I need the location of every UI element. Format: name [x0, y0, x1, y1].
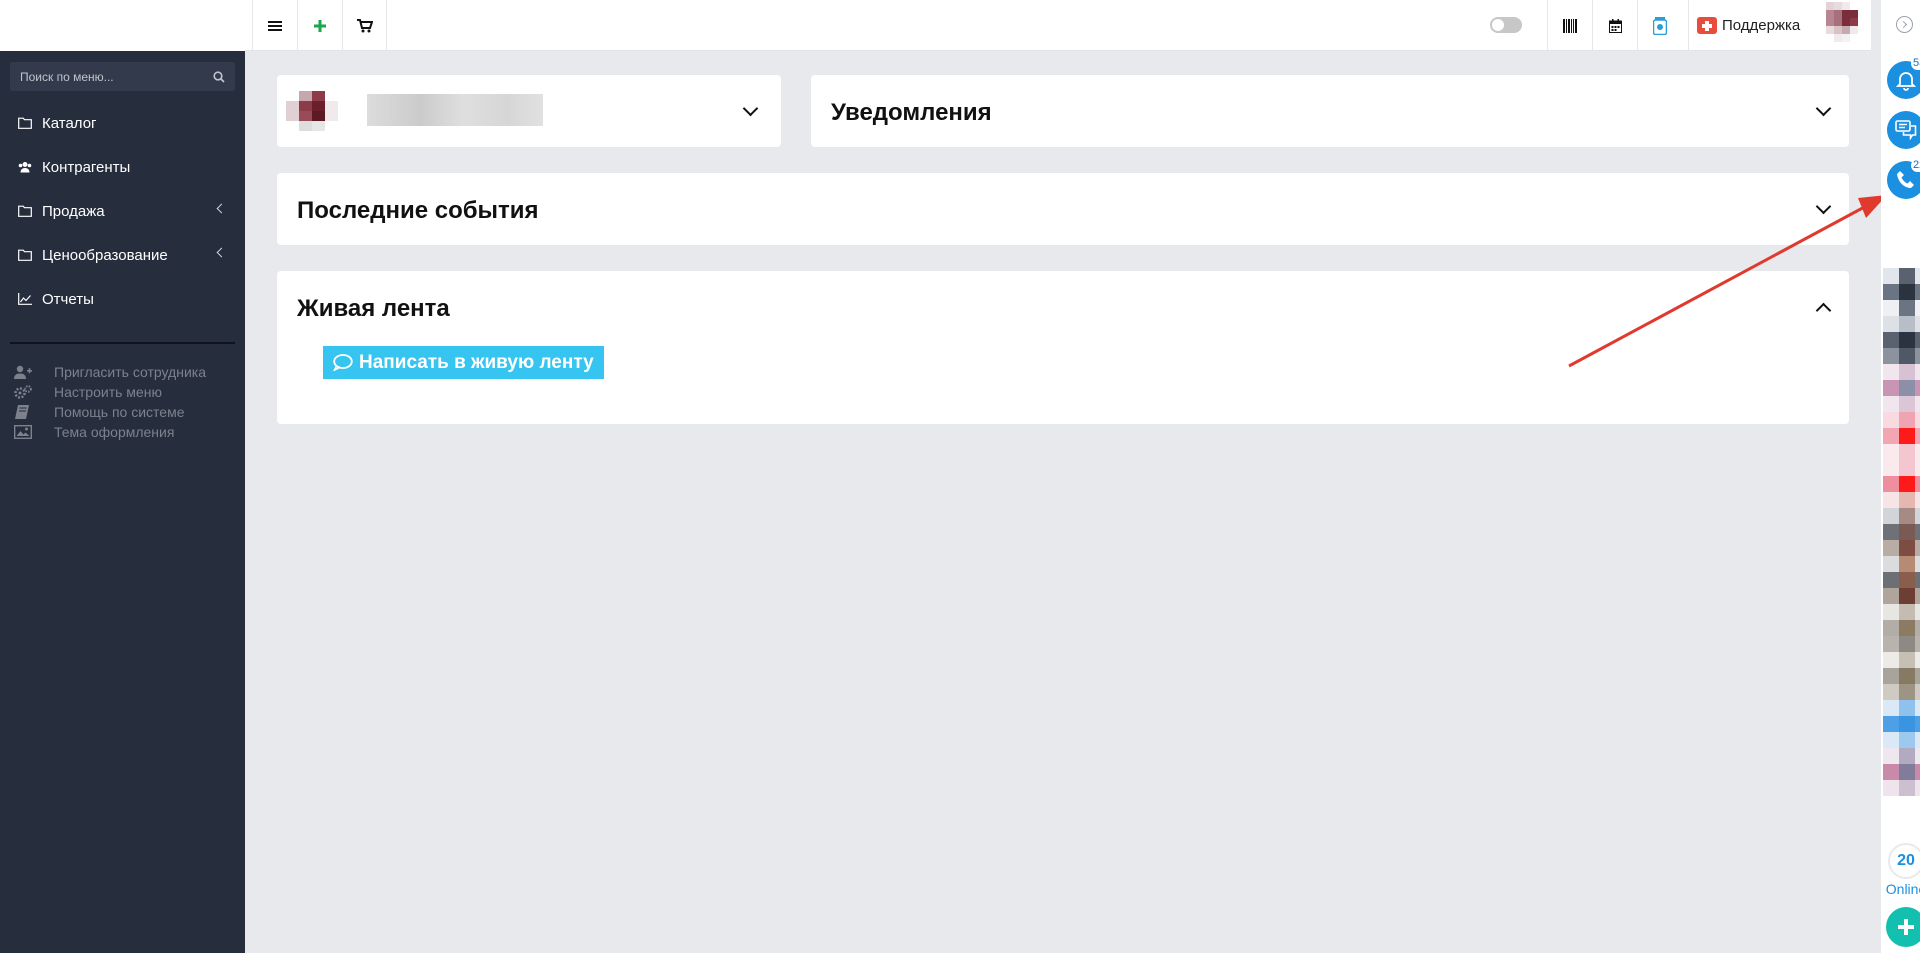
user-plus-icon	[14, 365, 32, 379]
annotation-arrow	[1568, 195, 1887, 368]
profile-avatar[interactable]	[286, 91, 338, 131]
sidebar-item-label: Продажа	[42, 202, 105, 220]
chevron-down-icon[interactable]	[742, 100, 759, 117]
first-aid-icon	[1697, 17, 1717, 34]
invite-employee-link[interactable]: Пригласить сотрудника	[14, 362, 206, 382]
support-label: Поддержка	[1722, 17, 1801, 34]
image-icon	[14, 425, 32, 439]
cogs-icon	[14, 385, 32, 399]
cart-button[interactable]	[342, 0, 387, 51]
folder-icon	[18, 249, 32, 261]
avatar[interactable]	[1883, 460, 1920, 508]
sidebar-item-contractors[interactable]: Контрагенты	[0, 145, 245, 189]
online-users-list	[1883, 268, 1920, 796]
menu-toggle-button[interactable]	[252, 0, 297, 51]
app-icon	[1653, 16, 1667, 35]
profile-card	[277, 75, 781, 147]
profile-name-placeholder	[367, 94, 543, 126]
calls-count-badge: 226	[1911, 159, 1920, 172]
user-avatar[interactable]	[1826, 2, 1858, 42]
rail-collapse-button[interactable]	[1896, 16, 1913, 33]
messages-button[interactable]	[1887, 111, 1920, 149]
notifications-card: Уведомления	[811, 75, 1849, 147]
util-label: Помощь по системе	[54, 404, 185, 420]
recent-events-title: Последние события	[297, 197, 539, 224]
folder-icon	[18, 205, 32, 217]
sidebar-item-label: Ценообразование	[42, 246, 168, 264]
calendar-button[interactable]	[1592, 0, 1637, 51]
top-header: Поддержка	[0, 0, 1871, 51]
users-icon	[18, 162, 32, 173]
chat-icon	[1895, 120, 1917, 140]
avatar[interactable]	[1883, 364, 1920, 412]
avatar[interactable]	[1883, 268, 1920, 316]
online-label: Online	[1885, 881, 1920, 897]
avatar[interactable]	[1883, 316, 1920, 364]
app-button[interactable]	[1637, 0, 1682, 51]
folder-icon	[18, 117, 32, 129]
chevron-left-icon	[216, 203, 227, 214]
chevron-down-icon[interactable]	[1815, 100, 1832, 117]
sidebar-item-reports[interactable]: Отчеты	[0, 277, 245, 321]
avatar[interactable]	[1883, 700, 1920, 748]
theme-link[interactable]: Тема оформления	[14, 422, 174, 442]
barcode-icon	[1563, 18, 1577, 33]
search-input[interactable]	[20, 69, 213, 84]
util-label: Настроить меню	[54, 384, 162, 400]
theme-toggle[interactable]	[1490, 17, 1522, 33]
avatar[interactable]	[1883, 652, 1920, 700]
cart-icon	[356, 18, 373, 32]
write-to-feed-label: Написать в живую ленту	[359, 351, 594, 373]
chevron-left-icon	[216, 247, 227, 258]
brand-logo-area	[0, 0, 245, 51]
util-label: Пригласить сотрудника	[54, 364, 206, 380]
add-button[interactable]	[1886, 907, 1920, 947]
support-button[interactable]: Поддержка	[1688, 0, 1810, 51]
util-label: Тема оформления	[54, 424, 175, 440]
menu-bars-icon	[268, 20, 282, 31]
avatar[interactable]	[1883, 748, 1920, 796]
online-count: 20	[1888, 843, 1920, 879]
sidebar-divider	[10, 342, 235, 344]
quick-add-button[interactable]	[297, 0, 342, 51]
sidebar-item-label: Отчеты	[42, 290, 94, 308]
avatar[interactable]	[1883, 604, 1920, 652]
avatar[interactable]	[1883, 412, 1920, 460]
configure-menu-link[interactable]: Настроить меню	[14, 382, 162, 402]
sidebar-item-pricing[interactable]: Ценообразование	[0, 233, 245, 277]
plus-icon	[314, 19, 326, 32]
avatar[interactable]	[1883, 556, 1920, 604]
notifications-count-badge: 534	[1911, 57, 1920, 70]
comment-icon	[333, 354, 353, 371]
sidebar-item-catalog[interactable]: Каталог	[0, 101, 245, 145]
avatar[interactable]	[1883, 508, 1920, 556]
write-to-feed-button[interactable]: Написать в живую ленту	[323, 346, 604, 379]
sidebar-item-label: Каталог	[42, 114, 97, 132]
notifications-title: Уведомления	[831, 99, 992, 126]
bell-icon	[1895, 72, 1917, 91]
calendar-icon	[1608, 18, 1622, 33]
live-feed-title: Живая лента	[297, 295, 450, 322]
system-help-link[interactable]: Помощь по системе	[14, 402, 185, 422]
search-icon[interactable]	[213, 70, 225, 83]
plus-icon	[1898, 919, 1914, 935]
barcode-button[interactable]	[1547, 0, 1592, 51]
sidebar-item-label: Контрагенты	[42, 158, 131, 176]
sidebar-item-sales[interactable]: Продажа	[0, 189, 245, 233]
phone-icon	[1897, 171, 1914, 188]
sidebar: Каталог Контрагенты Продажа Ценообразова…	[0, 51, 245, 953]
chart-line-icon	[18, 293, 32, 305]
menu-search	[10, 62, 235, 91]
book-icon	[15, 405, 29, 419]
